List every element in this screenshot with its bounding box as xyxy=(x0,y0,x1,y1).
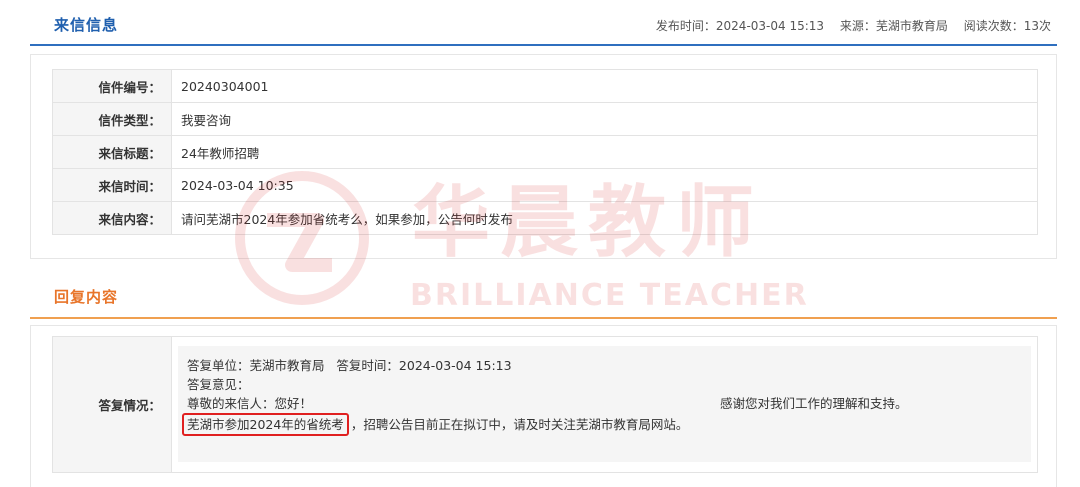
reply-thanks: 感谢您对我们工作的理解和支持。 xyxy=(720,396,908,411)
reply-body: 芜湖市参加2024年的省统考 ，招聘公告目前正在拟订中，请及时关注芜湖市教育局网站… xyxy=(182,413,1031,436)
row-value: 请问芜湖市2024年参加省统考么，如果参加，公告何时发布 xyxy=(171,201,1038,235)
source: 来源：芜湖市教育局 xyxy=(839,19,948,33)
reply-title: 回复内容 xyxy=(54,288,119,306)
letter-page: 来信信息 发布时间：2024-03-04 15:13 来源：芜湖市教育局 阅读次… xyxy=(30,0,1057,487)
row-value: 2024-03-04 10:35 xyxy=(171,168,1038,202)
row-label: 来信内容： xyxy=(52,201,172,235)
letter-info-box: 信件编号： 20240304001 信件类型： 我要咨询 来信标题： 24年教师… xyxy=(30,54,1057,259)
reply-unit-line: 答复单位：芜湖市教育局 答复时间：2024-03-04 15:13 xyxy=(187,358,512,373)
row-label: 来信时间： xyxy=(52,168,172,202)
table-row: 来信内容： 请问芜湖市2024年参加省统考么，如果参加，公告何时发布 xyxy=(52,201,1038,235)
publish-time: 发布时间：2024-03-04 15:13 xyxy=(655,19,825,33)
table-row: 来信时间： 2024-03-04 10:35 xyxy=(52,168,1038,202)
reply-header: 回复内容 xyxy=(30,272,1057,319)
letter-info-table: 信件编号： 20240304001 信件类型： 我要咨询 来信标题： 24年教师… xyxy=(52,69,1038,235)
table-row: 信件类型： 我要咨询 xyxy=(52,102,1038,136)
row-label: 来信标题： xyxy=(52,135,172,169)
reply-table: 答复情况： 答复单位：芜湖市教育局 答复时间：2024-03-04 15:13 … xyxy=(52,336,1038,473)
table-row: 答复情况： 答复单位：芜湖市教育局 答复时间：2024-03-04 15:13 … xyxy=(52,336,1038,473)
reply-opinion-label: 答复意见： xyxy=(187,377,250,392)
letter-info-header: 来信信息 发布时间：2024-03-04 15:13 来源：芜湖市教育局 阅读次… xyxy=(30,0,1057,46)
row-label: 信件类型： xyxy=(52,102,172,136)
reply-box: 答复情况： 答复单位：芜湖市教育局 答复时间：2024-03-04 15:13 … xyxy=(30,325,1057,487)
table-row: 来信标题： 24年教师招聘 xyxy=(52,135,1038,169)
letter-info-title: 来信信息 xyxy=(54,16,119,34)
reply-label: 答复情况： xyxy=(52,336,172,473)
letter-meta: 发布时间：2024-03-04 15:13 来源：芜湖市教育局 阅读次数：13次 xyxy=(644,17,1051,34)
reply-content: 答复单位：芜湖市教育局 答复时间：2024-03-04 15:13 答复意见： … xyxy=(178,346,1031,462)
row-value: 20240304001 xyxy=(171,69,1038,103)
highlighted-text: 芜湖市参加2024年的省统考 xyxy=(182,413,349,436)
read-count: 阅读次数：13次 xyxy=(963,19,1051,33)
row-label: 信件编号： xyxy=(52,69,172,103)
row-value: 24年教师招聘 xyxy=(171,135,1038,169)
reply-rest: ，招聘公告目前正在拟订中，请及时关注芜湖市教育局网站。 xyxy=(350,417,689,432)
table-row: 信件编号： 20240304001 xyxy=(52,69,1038,103)
row-value: 我要咨询 xyxy=(171,102,1038,136)
